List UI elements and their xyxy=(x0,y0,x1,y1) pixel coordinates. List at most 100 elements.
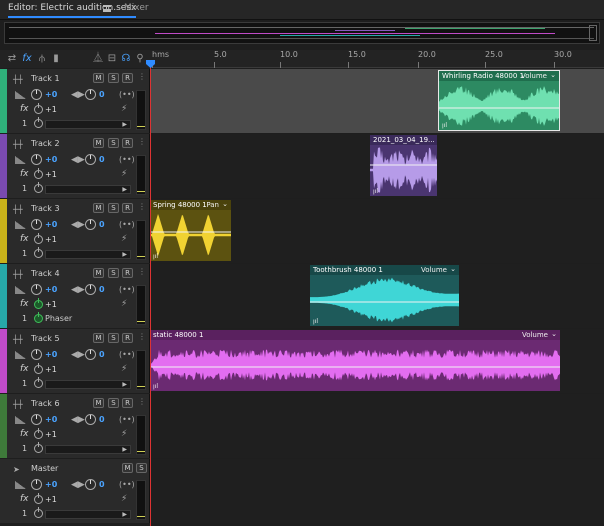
lightning-icon[interactable]: ⚡ xyxy=(121,494,127,504)
clip-envelope-selector[interactable]: Volume xyxy=(521,72,547,80)
fx-rack-icon[interactable]: fx xyxy=(20,429,29,439)
track-lane[interactable]: Toothbrush 48000 1 Volume ⌄ ꞁıl xyxy=(150,264,604,328)
pan-knob[interactable] xyxy=(85,414,96,425)
track-name[interactable]: Track 2 xyxy=(31,139,60,148)
clip-header[interactable]: Whirling Radio 48000 1 Volume ⌄ xyxy=(439,71,559,81)
solo-button[interactable]: S xyxy=(108,138,119,148)
clip-header[interactable]: Spring 48000 1 Pan ⌄ xyxy=(150,200,231,210)
stereo-link-icon[interactable]: (••) xyxy=(119,220,135,229)
playhead-line[interactable] xyxy=(150,60,151,526)
stereo-link-icon[interactable]: (••) xyxy=(119,350,135,359)
track-name[interactable]: Track 5 xyxy=(31,334,60,343)
tab-menu-icon[interactable] xyxy=(103,5,111,12)
pan-knob[interactable] xyxy=(85,89,96,100)
clip-header[interactable]: 2021_03_04_19... xyxy=(370,135,437,145)
input-power-icon[interactable] xyxy=(34,247,43,258)
record-button[interactable]: R xyxy=(122,268,133,278)
track-name[interactable]: Master xyxy=(31,464,58,473)
tab-editor[interactable]: Editor: Electric audition.sesx xyxy=(8,3,137,18)
more-options-icon[interactable]: ⋮ xyxy=(138,202,146,211)
solo-button[interactable]: S xyxy=(108,73,119,83)
tab-mixer[interactable]: Mixer xyxy=(124,3,149,13)
pan-value[interactable]: 0 xyxy=(99,90,105,99)
clip-envelope-selector[interactable]: Pan xyxy=(206,201,219,209)
pan-value[interactable]: 0 xyxy=(99,285,105,294)
track-lane[interactable]: Spring 48000 1 Pan ⌄ ꞁıl xyxy=(150,199,604,263)
stereo-link-icon[interactable]: (••) xyxy=(119,285,135,294)
swap-icon[interactable]: ⇄ xyxy=(6,52,18,65)
volume-value[interactable]: +0 xyxy=(45,90,57,99)
input-selector[interactable]: ▶ xyxy=(45,120,131,129)
pan-knob[interactable] xyxy=(85,284,96,295)
pan-knob[interactable] xyxy=(85,349,96,360)
metronome-icon[interactable]: ⏅ xyxy=(92,52,104,65)
volume-knob[interactable] xyxy=(31,89,42,100)
more-options-icon[interactable]: ⋮ xyxy=(138,332,146,341)
fx-amount[interactable]: +1 xyxy=(45,495,57,504)
fx-power-icon[interactable] xyxy=(34,298,43,309)
fx-power-icon[interactable] xyxy=(34,168,43,179)
mute-button[interactable]: M xyxy=(122,463,133,473)
timeline-ruler[interactable]: hms 5.0 10.0 15.0 20.0 25.0 30.0 xyxy=(150,50,604,68)
track-header[interactable]: ┼┼ Track 2 M S R ⋮ +0 ◀▶ 0 (••) fx +1 ⚡ 1 ▶ xyxy=(0,134,150,198)
solo-button[interactable]: S xyxy=(108,268,119,278)
more-options-icon[interactable]: ⋮ xyxy=(138,267,146,276)
overview-scroll-handle[interactable] xyxy=(589,25,597,41)
more-options-icon[interactable]: ⋮ xyxy=(138,137,146,146)
mute-button[interactable]: M xyxy=(93,73,104,83)
input-power-icon[interactable] xyxy=(34,312,43,323)
clip-envelope-selector[interactable]: Volume xyxy=(522,331,548,339)
record-button[interactable]: R xyxy=(122,73,133,83)
audio-clip[interactable]: static 48000 1 Volume ⌄ ꞁıl xyxy=(150,330,560,391)
fx-amount[interactable]: +1 xyxy=(45,105,57,114)
track-header[interactable]: ┼┼ Track 4 M S R ⋮ +0 ◀▶ 0 (••) fx +1 ⚡ 1 Phaser xyxy=(0,264,150,328)
solo-button[interactable]: S xyxy=(108,203,119,213)
fx-rack-icon[interactable]: fx xyxy=(20,494,29,504)
record-button[interactable]: R xyxy=(122,203,133,213)
input-power-icon[interactable] xyxy=(34,377,43,388)
pan-value[interactable]: 0 xyxy=(99,480,105,489)
input-power-icon[interactable] xyxy=(34,117,43,128)
fx-amount[interactable]: +1 xyxy=(45,170,57,179)
input-power-icon[interactable] xyxy=(34,182,43,193)
volume-knob[interactable] xyxy=(31,414,42,425)
track-header[interactable]: ┼┼ Track 6 M S R ⋮ +0 ◀▶ 0 (••) fx +1 ⚡ 1 ▶ xyxy=(0,394,150,458)
pan-value[interactable]: 0 xyxy=(99,220,105,229)
record-button[interactable]: R xyxy=(122,333,133,343)
mute-button[interactable]: M xyxy=(93,138,104,148)
track-header[interactable]: ┼┼ Track 1 M S R ⋮ +0 ◀▶ 0 (••) fx +1 ⚡ 1 ▶ xyxy=(0,69,150,133)
fx-rack-icon[interactable]: fx xyxy=(20,169,29,179)
volume-value[interactable]: +0 xyxy=(45,285,57,294)
stereo-link-icon[interactable]: (••) xyxy=(119,155,135,164)
mute-button[interactable]: M xyxy=(93,333,104,343)
pan-knob[interactable] xyxy=(85,219,96,230)
mute-button[interactable]: M xyxy=(93,268,104,278)
volume-knob[interactable] xyxy=(31,479,42,490)
track-lane[interactable]: static 48000 1 Volume ⌄ ꞁıl xyxy=(150,329,604,393)
fx-rack-icon[interactable]: fx xyxy=(20,364,29,374)
clip-header[interactable]: Toothbrush 48000 1 Volume ⌄ xyxy=(310,265,459,275)
playhead-marker[interactable] xyxy=(146,60,155,68)
track-header[interactable]: ┼┼ Track 5 M S R ⋮ +0 ◀▶ 0 (••) fx +1 ⚡ 1 ▶ xyxy=(0,329,150,393)
audio-clip[interactable]: 2021_03_04_19... ꞁıl xyxy=(370,135,437,196)
pan-knob[interactable] xyxy=(85,479,96,490)
chevron-down-icon[interactable]: ⌄ xyxy=(551,330,557,338)
record-button[interactable]: R xyxy=(122,398,133,408)
input-selector[interactable]: ▶ xyxy=(45,510,131,519)
snap-icon[interactable]: ⊟ xyxy=(106,52,118,65)
clip-name[interactable]: static 48000 1 xyxy=(153,331,203,339)
clip-envelope-selector[interactable]: Volume xyxy=(421,266,447,274)
pan-value[interactable]: 0 xyxy=(99,155,105,164)
lightning-icon[interactable]: ⚡ xyxy=(121,299,127,309)
more-options-icon[interactable]: ⋮ xyxy=(138,72,146,81)
track-name[interactable]: Track 3 xyxy=(31,204,60,213)
volume-value[interactable]: +0 xyxy=(45,155,57,164)
clip-name[interactable]: Spring 48000 1 xyxy=(153,201,207,209)
clip-name[interactable]: 2021_03_04_19... xyxy=(373,136,435,144)
input-selector[interactable]: ▶ xyxy=(45,250,131,259)
audio-clip[interactable]: Spring 48000 1 Pan ⌄ ꞁıl xyxy=(150,200,231,261)
input-power-icon[interactable] xyxy=(34,442,43,453)
input-selector[interactable]: ▶ xyxy=(45,445,131,454)
volume-knob[interactable] xyxy=(31,349,42,360)
track-lane[interactable] xyxy=(150,394,604,458)
